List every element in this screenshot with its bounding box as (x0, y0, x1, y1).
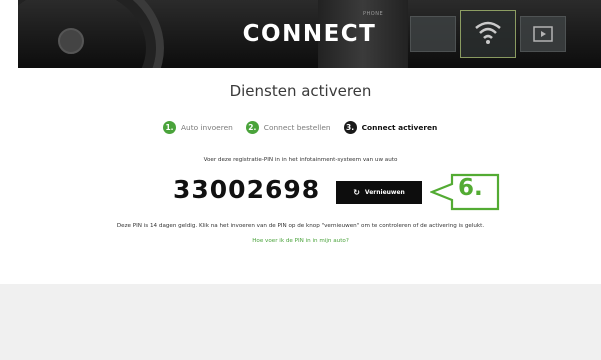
step-connect-bestellen[interactable]: 2. Connect bestellen (245, 121, 331, 134)
refresh-button[interactable]: ↻ Vernieuwen (336, 181, 422, 204)
step-connect-activeren: 3. Connect activeren (343, 121, 438, 134)
step-number: 1. (163, 121, 176, 134)
registration-pin: 33002698 (173, 175, 321, 204)
help-link[interactable]: Hoe voer ik de PIN in in mijn auto? (0, 238, 601, 244)
step-auto-invoeren[interactable]: 1. Auto invoeren (163, 121, 233, 134)
step-number: 2. (245, 121, 259, 134)
step-number: 3. (343, 121, 357, 134)
refresh-icon: ↻ (353, 188, 360, 197)
footer-area (0, 284, 601, 360)
hero-title: CONNECT (242, 21, 377, 47)
page-title: Diensten activeren (229, 82, 372, 100)
step-label: Auto invoeren (181, 123, 233, 132)
phone-label: PHONE (363, 11, 384, 17)
refresh-button-label: Vernieuwen (364, 189, 405, 196)
pin-validity-note: Deze PIN is 14 dagen geldig. Klik na het… (116, 223, 485, 229)
callout-number: 6. (458, 175, 483, 201)
pin-instruction: Voer deze registratie-PIN in in het info… (203, 157, 398, 163)
progress-steps: 1. Auto invoeren 2. Connect bestellen 3.… (163, 121, 450, 134)
step-label: Connect activeren (361, 123, 438, 132)
hero-banner: PHONE CONNECT (18, 0, 601, 68)
step-label: Connect bestellen (263, 123, 331, 132)
